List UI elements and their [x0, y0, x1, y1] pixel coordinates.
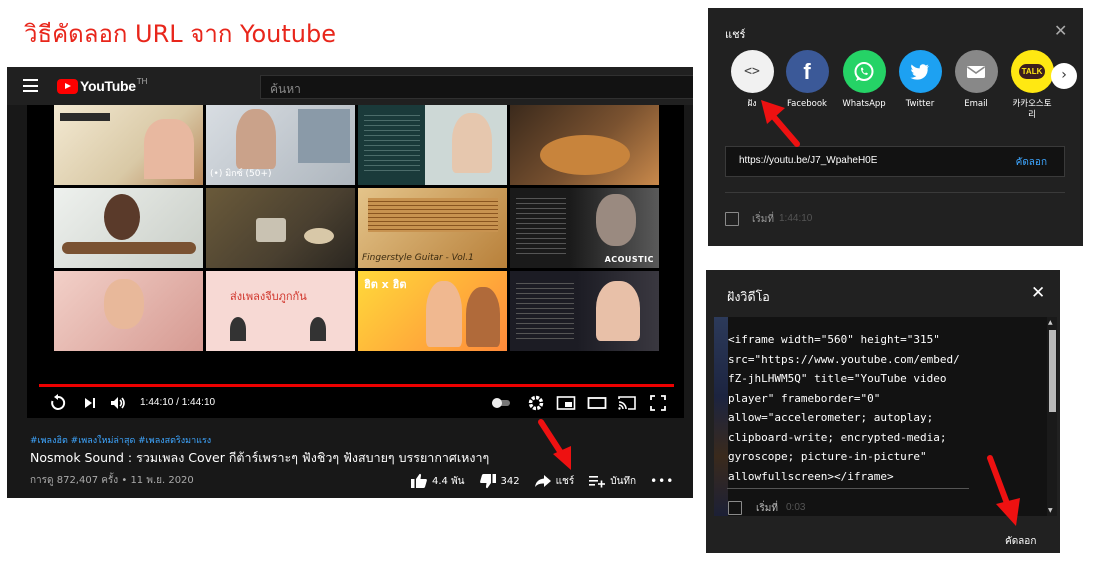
annotation-arrow-icon — [538, 419, 571, 470]
annotation-arrow-icon — [761, 100, 800, 147]
start-at-time: 0:03 — [786, 502, 806, 513]
email-icon — [954, 50, 998, 93]
search-placeholder: ค้นหา — [270, 82, 301, 96]
share-url: https://youtu.be/J7_WpaheH0E — [739, 155, 878, 166]
start-at-checkbox[interactable] — [725, 212, 739, 226]
video-thumbnail: ACOUSTIC — [510, 188, 659, 268]
video-player[interactable]: (•) มิกซ์ (50+) Fingerstyle Guitar - Vol… — [27, 105, 684, 418]
youtube-top-bar: YouTube TH ค้นหา — [7, 67, 693, 105]
embed-code-icon: <> — [730, 50, 774, 93]
share-item-label: 카카오스토리 — [1012, 99, 1052, 120]
youtube-logo-text: YouTube — [80, 78, 136, 94]
like-count: 4.4 พัน — [432, 475, 465, 487]
dislike-count: 342 — [500, 475, 520, 487]
scroll-down-icon[interactable]: ▼ — [1048, 507, 1053, 514]
next-icon[interactable] — [83, 394, 97, 412]
embed-copy-button[interactable]: คัดลอก — [1005, 534, 1036, 549]
player-controls: 1:44:10 / 1:44:10 — [27, 389, 684, 418]
divider — [727, 488, 969, 489]
miniplayer-icon[interactable] — [556, 394, 576, 412]
next-arrow-icon[interactable]: › — [1051, 63, 1077, 89]
video-thumbnail: ฮิต x ฮิต — [358, 271, 507, 351]
time-display: 1:44:10 / 1:44:10 — [140, 397, 216, 408]
autoplay-toggle-icon[interactable] — [490, 396, 512, 410]
more-button[interactable]: ••• — [650, 474, 674, 488]
thumbs-up-icon — [411, 473, 427, 488]
annotation-arrow-icon — [987, 455, 1020, 526]
video-thumbnail: Fingerstyle Guitar - Vol.1 — [358, 188, 507, 268]
page-title: วิธีคัดลอก URL จาก Youtube — [24, 20, 336, 48]
save-label: บันทึก — [610, 475, 637, 487]
close-icon[interactable]: ✕ — [1054, 23, 1067, 39]
embed-dialog-title: ฝังวิดีโอ — [727, 289, 770, 304]
scrollbar-thumb[interactable] — [1049, 330, 1056, 412]
dislike-button[interactable]: 342 — [479, 473, 520, 489]
divider — [725, 192, 1065, 193]
video-thumbnail — [206, 188, 355, 268]
share-item-label: WhatsApp — [842, 99, 886, 109]
video-thumbnail — [358, 105, 507, 185]
facebook-icon: f — [785, 50, 829, 93]
embed-preview-strip — [714, 317, 728, 516]
progress-bar[interactable] — [39, 384, 674, 387]
whatsapp-icon — [842, 50, 886, 93]
share-dialog-title: แชร์ — [725, 28, 746, 41]
video-meta: การดู 872,407 ครั้ง • 11 พ.ย. 2020 — [30, 475, 194, 486]
more-icon: ••• — [650, 474, 675, 488]
kakao-talk-icon: TALK — [1010, 50, 1054, 93]
thumbnail-label: ส่งเพลงจีบภูกกัน — [230, 290, 307, 303]
share-item-whatsapp[interactable]: WhatsApp — [838, 50, 890, 110]
share-item-label: Twitter — [905, 99, 935, 109]
like-button[interactable]: 4.4 พัน — [410, 473, 465, 489]
start-at-time: 1:44:10 — [779, 213, 813, 224]
start-at-label: เริ่มที่ — [756, 503, 778, 514]
fullscreen-icon[interactable] — [649, 394, 667, 412]
cast-icon[interactable] — [617, 394, 637, 412]
thumbnail-label: Fingerstyle Guitar - Vol.1 — [362, 253, 474, 263]
video-hashtags[interactable]: #เพลงฮิต #เพลงใหม่ล่าสุด #เพลงสตริงมาแรง — [30, 433, 211, 447]
youtube-play-icon — [57, 78, 78, 94]
video-thumbnail: (•) มิกซ์ (50+) — [206, 105, 355, 185]
replay-icon[interactable] — [49, 394, 67, 412]
video-thumbnail-grid: (•) มิกซ์ (50+) Fingerstyle Guitar - Vol… — [54, 105, 660, 351]
share-copy-button[interactable]: คัดลอก — [1016, 155, 1047, 170]
youtube-region: TH — [136, 76, 148, 86]
video-thumbnail: ส่งเพลงจีบภูกกัน — [206, 271, 355, 351]
playlist-add-icon — [589, 476, 606, 488]
gear-icon[interactable] — [527, 394, 545, 412]
video-title: Nosmok Sound : รวมเพลง Cover กีต้าร์เพรา… — [30, 450, 490, 465]
menu-icon[interactable] — [23, 79, 38, 92]
share-item-twitter[interactable]: Twitter — [894, 50, 946, 110]
close-icon[interactable]: ✕ — [1031, 285, 1045, 302]
share-item-kakaostory[interactable]: TALK 카카오스토리 — [1006, 50, 1058, 121]
thumbnail-label: (•) มิกซ์ (50+) — [210, 169, 272, 179]
video-thumbnail — [54, 105, 203, 185]
video-thumbnail — [510, 105, 659, 185]
volume-icon[interactable] — [109, 394, 127, 412]
video-thumbnail — [510, 271, 659, 351]
save-button[interactable]: บันทึก — [588, 473, 636, 489]
video-thumbnail — [54, 188, 203, 268]
start-at-checkbox[interactable] — [728, 501, 742, 515]
twitter-icon — [898, 50, 942, 93]
youtube-logo[interactable]: YouTube TH — [57, 76, 148, 94]
theater-mode-icon[interactable] — [587, 394, 607, 412]
start-at-label: เริ่มที่ — [752, 214, 774, 225]
scroll-up-icon[interactable]: ▲ — [1048, 319, 1053, 326]
thumbnail-label: ฮิต x ฮิต — [364, 278, 407, 291]
youtube-player-panel: YouTube TH ค้นหา (•) มิกซ์ (50+) Fingers… — [7, 67, 693, 498]
share-item-email[interactable]: Email — [950, 50, 1002, 110]
thumbs-down-icon — [479, 474, 496, 489]
share-item-label: Email — [964, 99, 988, 109]
search-input[interactable]: ค้นหา — [260, 75, 693, 99]
video-thumbnail — [54, 271, 203, 351]
thumbnail-label: ACOUSTIC — [604, 255, 654, 264]
